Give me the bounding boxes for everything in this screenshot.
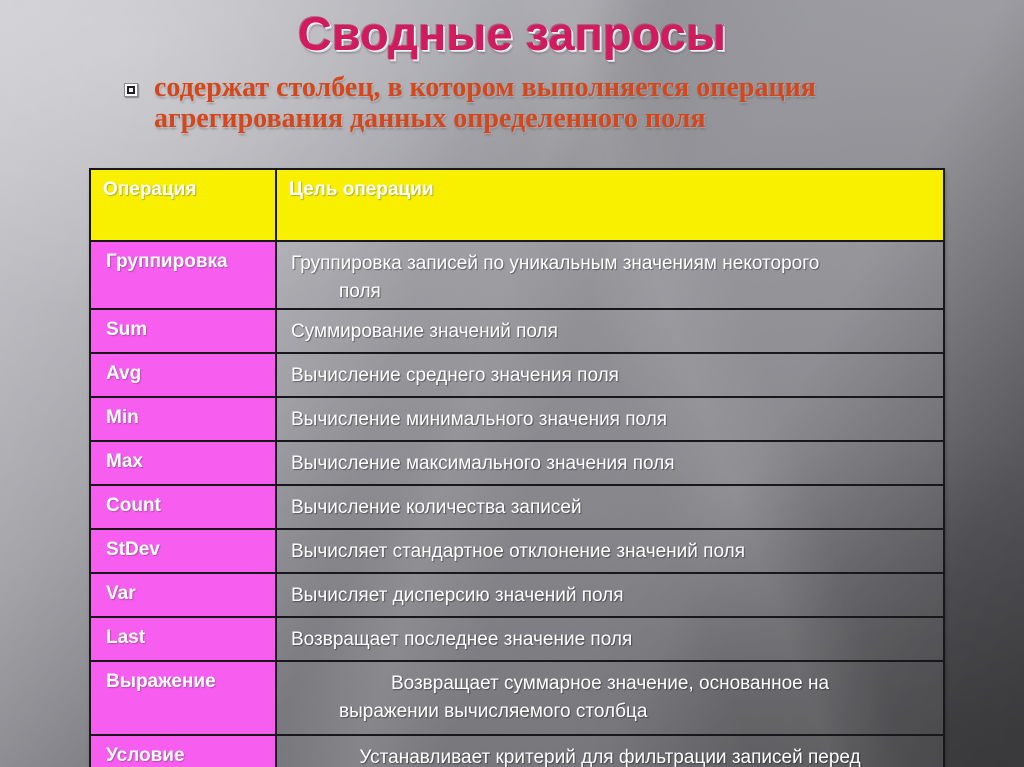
table-row: Max Вычисление максимального значения по… [89, 440, 945, 486]
cell-operation: Last [89, 616, 277, 662]
bullet-paragraph: содержат столбец, в котором выполняется … [124, 72, 1008, 134]
description-text: Вычисление максимального значения поля [291, 453, 675, 474]
square-bullet-icon [124, 83, 138, 97]
table-row: StDev Вычисляет стандартное отклонение з… [89, 528, 945, 574]
cell-description: Вычисляет дисперсию значений поля [275, 572, 945, 618]
operation-label: Группировка [106, 251, 228, 272]
operation-label: Sum [106, 319, 148, 340]
cell-operation: Max [89, 440, 277, 486]
header-label-purpose: Цель операции [289, 179, 434, 200]
description-line-1: Группировка записей по уникальным значен… [291, 253, 820, 274]
description-line-1: Устанавливает критерий для фильтрации за… [359, 747, 861, 767]
operations-table: Операция Цель операции Группировка Групп… [89, 168, 945, 767]
cell-operation: Выражение [89, 660, 277, 736]
slide-canvas: Сводные запросы содержат столбец, в кото… [0, 0, 1024, 767]
cell-description: Возвращает последнее значение поля [275, 616, 945, 662]
cell-operation: Var [89, 572, 277, 618]
description-line-2: поля [339, 281, 381, 302]
operation-label: StDev [106, 539, 160, 560]
description-text: Вычисление количества записей [291, 497, 582, 518]
table-row: Группировка Группировка записей по уника… [89, 240, 945, 310]
table-row: Var Вычисляет дисперсию значений поля [89, 572, 945, 618]
header-cell-operation: Операция [89, 168, 277, 242]
cell-description: Суммирование значений поля [275, 308, 945, 354]
cell-operation: Sum [89, 308, 277, 354]
description-text: Вычисление минимального значения поля [291, 409, 668, 430]
cell-description: Устанавливает критерий для фильтрации за… [275, 734, 945, 767]
header-cell-purpose: Цель операции [275, 168, 945, 242]
cell-operation: StDev [89, 528, 277, 574]
operation-label: Var [106, 583, 136, 604]
description-text: Возвращает последнее значение поля [291, 629, 633, 650]
cell-description: Возвращает суммарное значение, основанно… [275, 660, 945, 736]
cell-description: Вычисление максимального значения поля [275, 440, 945, 486]
cell-operation: Avg [89, 352, 277, 398]
cell-operation: Группировка [89, 240, 277, 310]
operation-label: Min [106, 407, 139, 428]
cell-description: Вычисляет стандартное отклонение значени… [275, 528, 945, 574]
operation-label: Выражение [106, 671, 216, 692]
description-text: Вычисление среднего значения поля [291, 365, 619, 386]
table-header-row: Операция Цель операции [89, 168, 945, 242]
cell-operation: Условие [89, 734, 277, 767]
table-row: Min Вычисление минимального значения пол… [89, 396, 945, 442]
table-row: Sum Суммирование значений поля [89, 308, 945, 354]
cell-operation: Min [89, 396, 277, 442]
table-row: Выражение Возвращает суммарное значение,… [89, 660, 945, 736]
operation-label: Avg [106, 363, 142, 384]
cell-description: Вычисление количества записей [275, 484, 945, 530]
description-text: Суммирование значений поля [291, 321, 558, 342]
operation-label: Условие [106, 745, 185, 766]
table-row: Avg Вычисление среднего значения поля [89, 352, 945, 398]
operation-label: Count [106, 495, 161, 516]
table-row: Count Вычисление количества записей [89, 484, 945, 530]
description-line-2: выражении вычисляемого столбца [339, 701, 648, 722]
operation-label: Max [106, 451, 143, 472]
cell-description: Вычисление среднего значения поля [275, 352, 945, 398]
description-text: Вычисляет стандартное отклонение значени… [291, 541, 745, 562]
operations-table-wrapper: Операция Цель операции Группировка Групп… [89, 168, 945, 767]
bullet-text: содержат столбец, в котором выполняется … [154, 72, 816, 134]
description-text: Вычисляет дисперсию значений поля [291, 585, 624, 606]
table-row: Условие Устанавливает критерий для фильт… [89, 734, 945, 767]
cell-description: Вычисление минимального значения поля [275, 396, 945, 442]
cell-operation: Count [89, 484, 277, 530]
header-label-operation: Операция [103, 179, 197, 200]
description-line-1: Возвращает суммарное значение, основанно… [390, 673, 830, 694]
page-title: Сводные запросы [297, 7, 727, 60]
operation-label: Last [106, 627, 146, 648]
cell-description: Группировка записей по уникальным значен… [275, 240, 945, 310]
table-row: Last Возвращает последнее значение поля [89, 616, 945, 662]
description-text: Группировка записей по уникальным значен… [277, 242, 943, 306]
